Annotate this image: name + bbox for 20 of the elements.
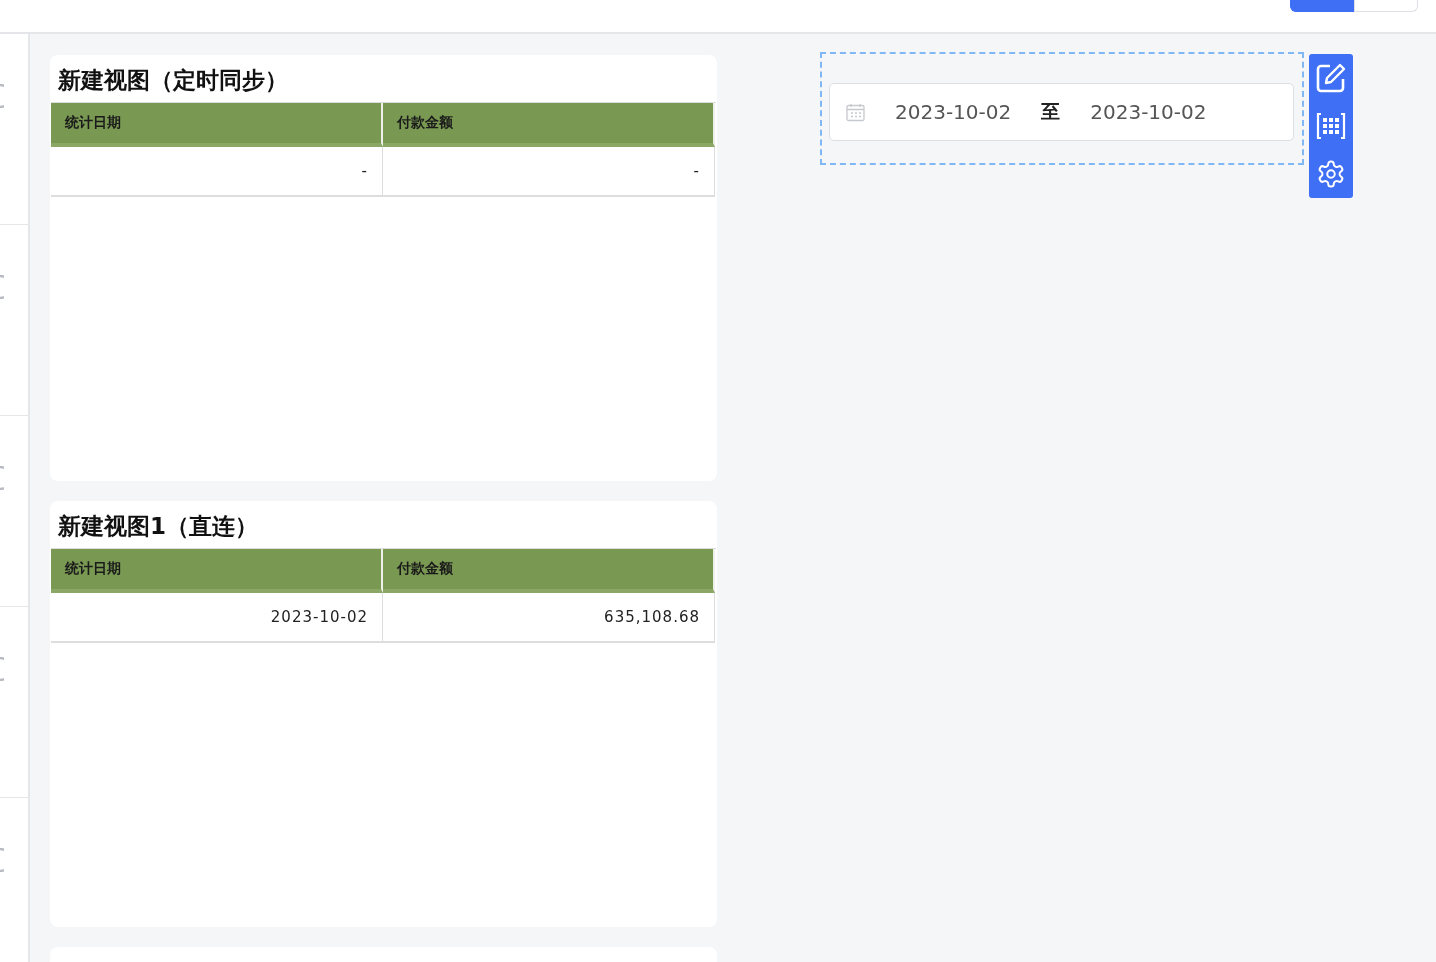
edit-button[interactable] (1314, 61, 1348, 95)
table-cell: - (51, 147, 383, 197)
toggle-segment[interactable] (1290, 0, 1354, 12)
range-separator: 至 (1041, 99, 1061, 124)
start-date[interactable]: 2023-10-02 (895, 100, 1012, 124)
grid-icon (1316, 112, 1346, 140)
card-title: 新建视图1（直连） (57, 512, 259, 541)
column-header: 付款金额 (383, 549, 715, 593)
end-date[interactable]: 2023-10-02 (1090, 100, 1207, 124)
column-header: 统计日期 (51, 103, 383, 147)
edit-icon (1315, 62, 1347, 94)
table-cell: - (383, 147, 715, 197)
column-header: 统计日期 (51, 549, 383, 593)
card-title: 新建视图（定时同步） (57, 66, 289, 95)
table-cell: 635,108.68 (383, 593, 715, 643)
calendar-icon (846, 102, 865, 122)
settings-icon (1316, 159, 1346, 189)
date-range-picker[interactable]: 2023-10-02 至 2023-10-02 (829, 83, 1294, 141)
column-header: 付款金额 (383, 103, 715, 147)
table-cell: 2023-10-02 (51, 593, 383, 643)
